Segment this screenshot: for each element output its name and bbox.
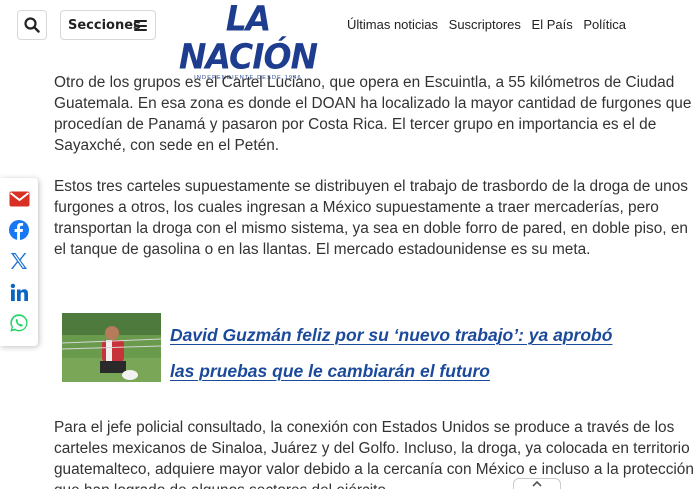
email-icon	[9, 191, 29, 207]
search-icon	[24, 17, 40, 33]
article-body: Otro de los grupos es el Cartel Luciano,…	[54, 72, 694, 280]
x-icon	[11, 253, 27, 269]
whatsapp-icon	[10, 314, 28, 332]
logo-wordmark: LA NACIÓN	[178, 0, 318, 77]
nav-link-suscriptores[interactable]: Suscriptores	[449, 17, 521, 32]
linkedin-icon	[10, 283, 28, 301]
share-facebook-button[interactable]	[8, 219, 30, 241]
menu-icon	[134, 20, 147, 31]
article-paragraph: Estos tres carteles supuestamente se dis…	[54, 178, 688, 258]
article-paragraph: Para el jefe policial consultado, la con…	[54, 419, 694, 489]
share-rail	[0, 178, 38, 346]
article-paragraph: Otro de los grupos es el Cartel Luciano,…	[54, 74, 692, 154]
related-article-thumbnail[interactable]	[62, 313, 161, 382]
site-logo[interactable]: LA NACIÓN INDEPENDIENTE DESDE 1946	[168, 0, 328, 81]
main-nav: Últimas noticias Suscriptores El País Po…	[347, 17, 633, 32]
share-email-button[interactable]	[8, 188, 30, 210]
share-whatsapp-button[interactable]	[8, 312, 30, 334]
facebook-icon	[9, 220, 29, 240]
nav-link-ultimas-noticias[interactable]: Últimas noticias	[347, 17, 438, 32]
related-article-title[interactable]: David Guzmán feliz por su ‘nuevo trabajo…	[170, 317, 640, 389]
back-to-top-button[interactable]	[513, 478, 561, 489]
search-button[interactable]	[17, 10, 47, 40]
site-header: Secciones LA NACIÓN INDEPENDIENTE DESDE …	[0, 0, 696, 81]
related-article[interactable]: David Guzmán feliz por su ‘nuevo trabajo…	[62, 313, 672, 383]
nav-link-el-pais[interactable]: El País	[532, 17, 573, 32]
nav-link-politica[interactable]: Política	[583, 17, 626, 32]
share-x-button[interactable]	[8, 250, 30, 272]
share-linkedin-button[interactable]	[8, 281, 30, 303]
sections-label: Secciones	[68, 17, 141, 33]
chevron-up-icon	[532, 480, 542, 487]
sections-menu-button[interactable]: Secciones	[60, 10, 156, 40]
